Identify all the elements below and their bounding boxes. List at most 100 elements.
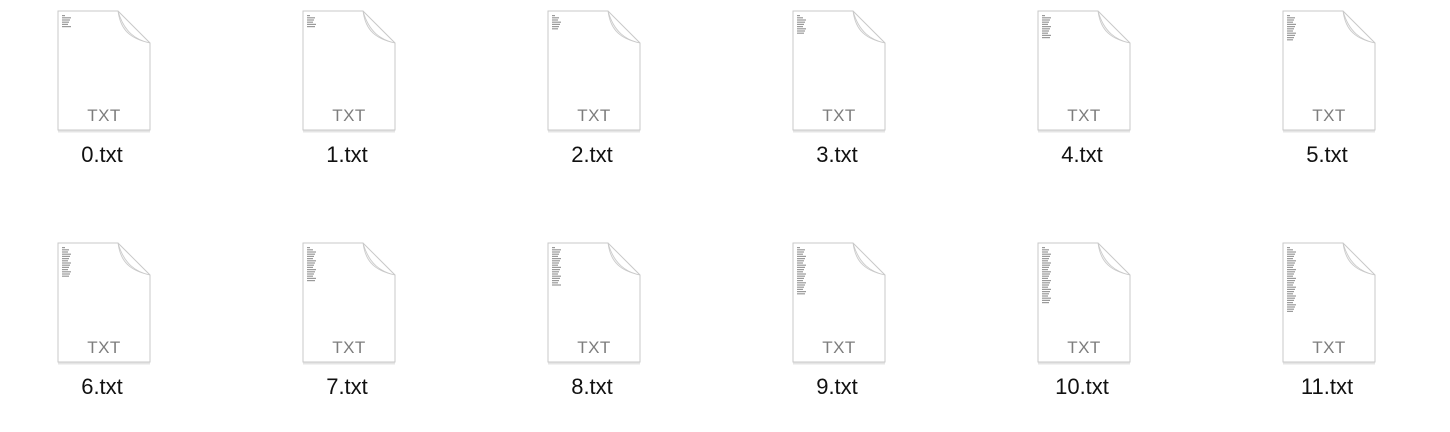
file-item-4[interactable]: TXT 4.txt <box>980 2 1180 202</box>
preview-text-line <box>552 266 561 268</box>
text-document-icon: TXT <box>54 242 154 366</box>
preview-text-line <box>552 262 559 264</box>
preview-text-line <box>1042 293 1049 295</box>
text-document-icon: TXT <box>789 10 889 134</box>
preview-text-line <box>797 15 800 17</box>
preview-text-line <box>552 26 559 28</box>
preview-text-line <box>307 251 316 253</box>
file-item-5[interactable]: TXT 5.txt <box>1225 2 1425 202</box>
preview-text-line <box>797 249 805 251</box>
text-document-icon: TXT <box>1034 10 1134 134</box>
preview-text-line <box>552 21 561 23</box>
file-item-1[interactable]: TXT 1.txt <box>245 2 445 202</box>
file-item-11[interactable]: TXT 11.txt <box>1225 234 1425 432</box>
preview-text-line <box>1042 262 1051 264</box>
text-document-icon-graphic: TXT <box>1282 10 1376 133</box>
text-document-icon-graphic: TXT <box>1282 242 1376 365</box>
preview-text-line <box>307 269 316 271</box>
preview-text-line <box>307 23 316 25</box>
preview-text-line <box>1042 23 1048 25</box>
file-item-8[interactable]: TXT 8.txt <box>490 234 690 432</box>
text-document-icon-graphic: TXT <box>302 10 396 133</box>
preview-text-line <box>552 271 559 273</box>
preview-text-line <box>1042 299 1050 301</box>
preview-text-line <box>1287 26 1295 28</box>
file-item-9[interactable]: TXT 9.txt <box>735 234 935 432</box>
preview-text-line <box>1287 280 1295 282</box>
file-name-label: 4.txt <box>1061 142 1103 167</box>
file-item-10[interactable]: TXT 10.txt <box>980 234 1180 432</box>
file-item-0[interactable]: TXT 0.txt <box>0 2 200 202</box>
preview-text-line <box>552 255 558 257</box>
file-name-label: 11.txt <box>1300 374 1354 399</box>
preview-text-line <box>797 288 803 290</box>
preview-text-line <box>62 273 70 275</box>
preview-text-line <box>1042 297 1051 299</box>
preview-text-line <box>62 258 69 260</box>
preview-text-line <box>1287 15 1290 17</box>
preview-text-line <box>1287 258 1293 260</box>
file-name-label: 8.txt <box>571 374 613 399</box>
text-document-icon-graphic: TXT <box>57 10 151 133</box>
preview-text-line <box>797 277 804 279</box>
preview-text-line <box>797 273 806 275</box>
preview-text-line <box>1287 251 1296 253</box>
preview-text-line <box>552 23 560 25</box>
preview-text-line <box>62 15 65 17</box>
preview-text-line <box>1042 253 1051 255</box>
preview-text-line <box>797 291 806 293</box>
preview-text-line <box>797 17 803 19</box>
preview-text-line <box>1042 255 1050 257</box>
text-document-icon-graphic: TXT <box>547 242 641 365</box>
preview-text-line <box>62 23 68 25</box>
preview-text-line <box>1287 304 1296 306</box>
file-type-label: TXT <box>577 338 611 357</box>
file-type-label: TXT <box>1067 338 1101 357</box>
file-item-7[interactable]: TXT 7.txt <box>245 234 445 432</box>
file-name-label: 2.txt <box>571 142 613 167</box>
file-type-label: TXT <box>1312 106 1346 125</box>
preview-text-line <box>797 266 805 268</box>
preview-text-line <box>1042 260 1048 262</box>
text-document-icon: TXT <box>1279 10 1379 134</box>
preview-text-line <box>1287 37 1294 39</box>
file-item-3[interactable]: TXT 3.txt <box>735 2 935 202</box>
text-document-icon: TXT <box>1279 242 1379 366</box>
preview-text-line <box>797 282 806 284</box>
preview-text-line <box>1042 251 1048 253</box>
file-item-2[interactable]: TXT 2.txt <box>490 2 690 202</box>
preview-text-line <box>307 277 316 279</box>
preview-text-line <box>797 262 803 264</box>
preview-text-line <box>1042 247 1045 249</box>
preview-text-line <box>797 269 804 271</box>
text-document-icon-graphic: TXT <box>302 242 396 365</box>
text-document-icon-graphic: TXT <box>1037 10 1131 133</box>
preview-text-line <box>1287 302 1293 304</box>
preview-text-line <box>797 271 803 273</box>
file-name-label: 9.txt <box>816 374 858 399</box>
preview-text-line <box>62 251 68 253</box>
preview-text-line <box>1287 17 1295 19</box>
preview-text-line <box>797 28 806 30</box>
preview-text-line <box>1287 308 1294 310</box>
preview-text-line <box>1287 30 1293 32</box>
preview-text-line <box>552 247 555 249</box>
preview-text-line <box>1042 28 1050 30</box>
preview-text-line <box>552 19 558 21</box>
text-document-icon: TXT <box>54 10 154 134</box>
preview-text-line <box>797 32 804 34</box>
preview-text-line <box>1042 15 1045 17</box>
text-document-icon-graphic: TXT <box>547 10 641 133</box>
preview-text-line <box>1287 291 1294 293</box>
preview-text-line <box>1287 269 1296 271</box>
preview-text-line <box>62 269 68 271</box>
preview-text-line <box>307 266 313 268</box>
preview-text-line <box>1287 21 1293 23</box>
preview-text-line <box>1287 286 1296 288</box>
preview-text-line <box>62 266 69 268</box>
preview-text-line <box>1287 299 1294 301</box>
file-item-6[interactable]: TXT 6.txt <box>0 234 200 432</box>
preview-text-line <box>1287 253 1295 255</box>
preview-text-line <box>552 249 561 251</box>
preview-text-line <box>552 269 560 271</box>
